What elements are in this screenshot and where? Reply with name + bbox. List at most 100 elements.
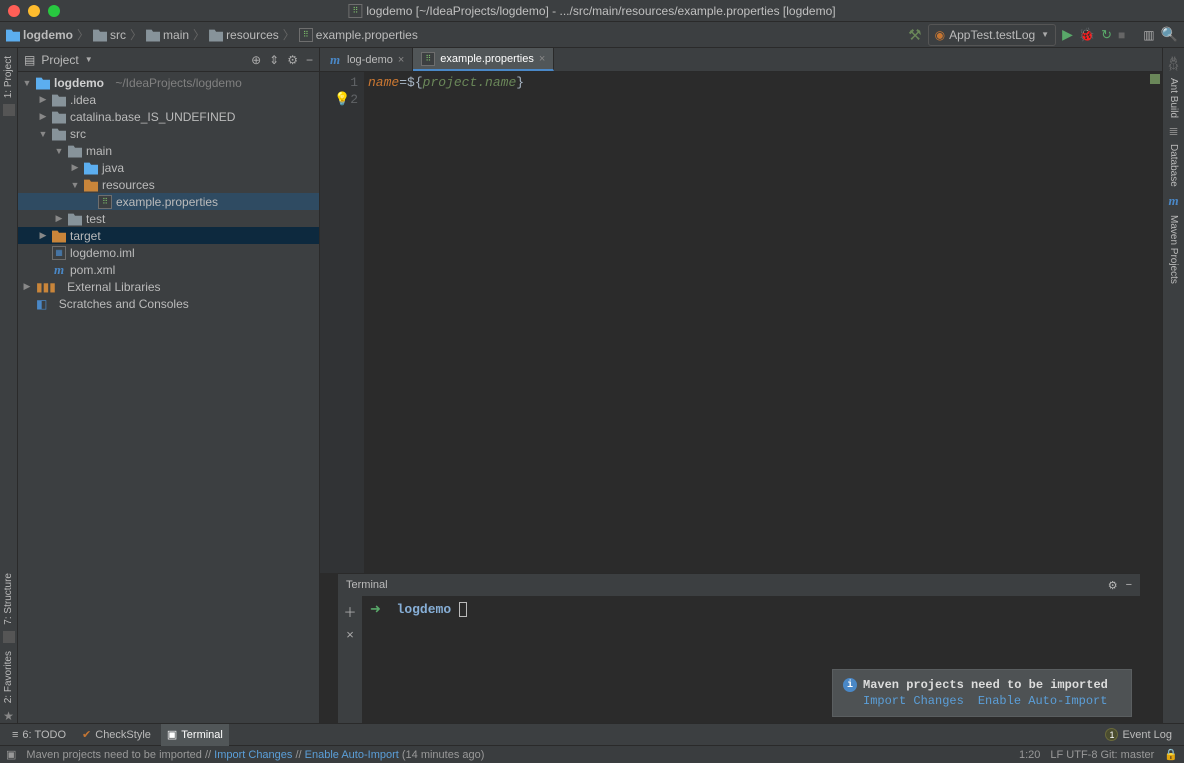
folder-icon xyxy=(52,110,66,124)
hide-icon[interactable]: − xyxy=(1126,579,1132,592)
project-panel-header: ▤ Project ▼ ⊕ ⇕ ⚙ − xyxy=(18,48,319,72)
terminal-tab[interactable]: ▣Terminal xyxy=(161,724,229,746)
zoom-window-icon[interactable] xyxy=(48,5,60,17)
locate-icon[interactable]: ⊕ xyxy=(251,53,261,67)
bookmarks-tool-tab[interactable] xyxy=(3,104,15,116)
terminal-header: Terminal ⚙ − xyxy=(338,574,1140,596)
info-icon: i xyxy=(843,678,857,692)
properties-file-icon: ⠿ xyxy=(421,52,435,66)
file-encoding[interactable]: LF UTF-8 Git: master xyxy=(1050,749,1154,761)
test-icon: ◉ xyxy=(935,28,945,42)
chevron-down-icon: ▼ xyxy=(1041,30,1049,39)
maven-icon: m xyxy=(52,262,66,278)
maven-icon: m xyxy=(1167,193,1181,209)
status-message: Maven projects need to be imported // Im… xyxy=(26,749,484,761)
status-bar: ▣ Maven projects need to be imported // … xyxy=(0,745,1184,763)
cursor-position[interactable]: 1:20 xyxy=(1019,749,1040,761)
prompt-arrow-icon: ➜ xyxy=(370,602,381,617)
database-tab[interactable]: Database xyxy=(1168,140,1179,191)
left-tool-gutter: 1: Project 7: Structure 2: Favorites ★ xyxy=(0,48,18,723)
libraries-icon: ▮▮▮ xyxy=(36,280,56,294)
search-everywhere-button[interactable]: 🔍 xyxy=(1161,26,1178,43)
code-editor[interactable]: 1 2 💡 name=${project.name} xyxy=(320,72,1162,573)
ant-build-tab[interactable]: Ant Build xyxy=(1168,74,1179,122)
terminal-content[interactable]: ➜ logdemo iMaven projects need to be imp… xyxy=(362,596,1140,723)
margin-icon[interactable]: ▣ xyxy=(6,748,16,761)
scratches-icon: ◧ xyxy=(36,297,47,311)
window-title: ⠿ logdemo [~/IdeaProjects/logdemo] - ...… xyxy=(348,4,835,18)
project-tree[interactable]: ▼logdemo ~/IdeaProjects/logdemo ▶.idea ▶… xyxy=(18,72,319,723)
maven-projects-tab[interactable]: Maven Projects xyxy=(1168,211,1179,288)
folder-icon xyxy=(52,127,66,141)
favorites-tool-tab[interactable]: 2: Favorites xyxy=(3,647,14,707)
properties-file-icon: ⠿ xyxy=(299,28,313,42)
stop-button: ■ xyxy=(1118,28,1125,42)
tree-file-selected[interactable]: ⠿example.properties xyxy=(18,193,319,210)
lock-icon[interactable]: 🔒 xyxy=(1164,748,1178,761)
status-import-link[interactable]: Import Changes xyxy=(214,749,292,761)
project-tool-tab[interactable]: 1: Project xyxy=(3,52,14,102)
checkstyle-tab[interactable]: ✔CheckStyle xyxy=(76,724,157,746)
intention-bulb-icon[interactable]: 💡 xyxy=(334,91,350,108)
project-view-label[interactable]: Project xyxy=(41,53,78,67)
inspection-ok-icon xyxy=(1150,74,1160,84)
terminal-toolbar: ＋ × xyxy=(338,596,362,723)
event-count-badge: 1 xyxy=(1105,728,1118,741)
folder-icon xyxy=(209,28,223,42)
editor-tab[interactable]: mlog-demo× xyxy=(320,48,413,71)
navbar: logdemo〉 src〉 main〉 resources〉 ⠿example.… xyxy=(0,22,1184,48)
structure-icon xyxy=(3,631,15,643)
close-session-icon[interactable]: × xyxy=(346,627,354,642)
target-folder-icon xyxy=(52,229,66,243)
project-folder-icon xyxy=(6,28,20,42)
event-log-tab[interactable]: 1Event Log xyxy=(1099,724,1178,746)
gear-icon[interactable]: ⚙ xyxy=(287,53,298,67)
resources-folder-icon xyxy=(84,178,98,192)
new-session-icon[interactable]: ＋ xyxy=(343,602,356,621)
run-config-selector[interactable]: ◉AppTest.testLog ▼ xyxy=(928,24,1056,46)
terminal-cursor xyxy=(459,602,467,617)
editor-tabs: mlog-demo× ⠿example.properties× xyxy=(320,48,1162,72)
folder-icon xyxy=(52,93,66,107)
minimize-window-icon[interactable] xyxy=(28,5,40,17)
properties-file-icon: ⠿ xyxy=(348,4,362,18)
project-view-icon: ▤ xyxy=(24,53,35,67)
folder-icon xyxy=(68,144,82,158)
gear-icon[interactable]: ⚙ xyxy=(1108,579,1118,592)
terminal-pane: Terminal ⚙ − ＋ × ➜ logdemo iMaven projec… xyxy=(338,573,1140,723)
chevron-down-icon[interactable]: ▼ xyxy=(85,55,93,64)
build-icon[interactable]: ⚒ xyxy=(908,26,921,44)
folder-icon xyxy=(68,212,82,226)
window-controls xyxy=(0,5,60,17)
import-changes-link[interactable]: Import Changes xyxy=(863,694,964,708)
titlebar: ⠿ logdemo [~/IdeaProjects/logdemo] - ...… xyxy=(0,0,1184,22)
folder-icon xyxy=(93,28,107,42)
layout-button[interactable]: ▥ xyxy=(1143,28,1154,42)
status-autoimport-link[interactable]: Enable Auto-Import xyxy=(305,749,399,761)
hide-icon[interactable]: − xyxy=(306,53,313,67)
enable-autoimport-link[interactable]: Enable Auto-Import xyxy=(978,694,1108,708)
right-tool-gutter: 𓆣 Ant Build ≣ Database m Maven Projects xyxy=(1162,48,1184,723)
collapse-icon[interactable]: ⇕ xyxy=(269,53,279,67)
iml-file-icon: ▦ xyxy=(52,246,66,260)
notification-balloon: iMaven projects need to be imported Impo… xyxy=(832,669,1132,717)
close-tab-icon[interactable]: × xyxy=(539,53,545,65)
run-button[interactable]: ▶ xyxy=(1062,26,1073,43)
tree-folder-selected[interactable]: ▶target xyxy=(18,227,319,244)
src-folder-icon xyxy=(84,161,98,175)
editor-area: mlog-demo× ⠿example.properties× 1 2 💡 na… xyxy=(320,48,1162,723)
coverage-button[interactable]: ↻ xyxy=(1101,27,1112,43)
debug-button[interactable]: 🐞 xyxy=(1079,27,1095,43)
ant-icon: 𓆣 xyxy=(1168,52,1179,72)
close-tab-icon[interactable]: × xyxy=(398,54,404,66)
editor-tab-active[interactable]: ⠿example.properties× xyxy=(413,48,554,71)
breadcrumb[interactable]: logdemo〉 src〉 main〉 resources〉 ⠿example.… xyxy=(6,26,418,43)
structure-tool-tab[interactable]: 7: Structure xyxy=(3,569,14,629)
properties-file-icon: ⠿ xyxy=(98,195,112,209)
line-gutter: 1 2 xyxy=(320,72,364,573)
project-panel: ▤ Project ▼ ⊕ ⇕ ⚙ − ▼logdemo ~/IdeaProje… xyxy=(18,48,320,723)
todo-tab[interactable]: ≡6: TODO xyxy=(6,724,72,746)
maven-icon: m xyxy=(328,52,342,68)
bottom-toolbar: ≡6: TODO ✔CheckStyle ▣Terminal 1Event Lo… xyxy=(0,723,1184,745)
close-window-icon[interactable] xyxy=(8,5,20,17)
